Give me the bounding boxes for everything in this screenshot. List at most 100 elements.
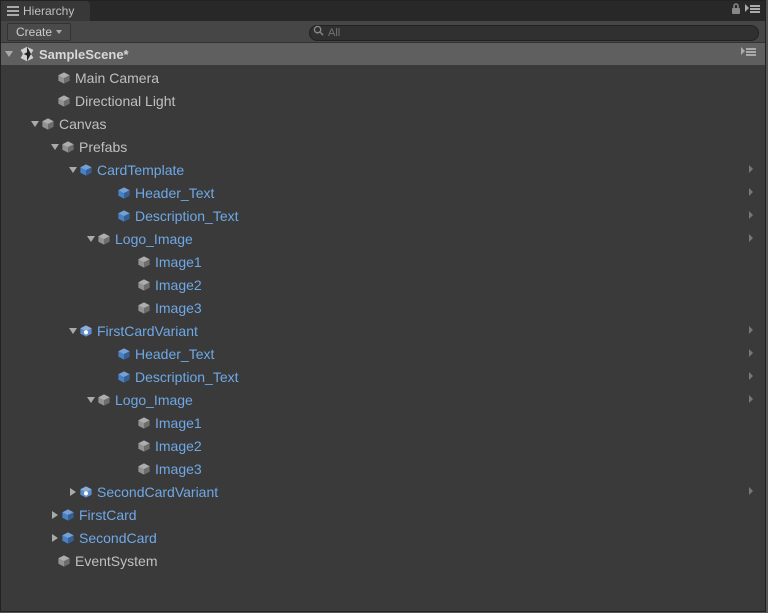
hierarchy-tree[interactable]: Main Camera Directional Light Canvas Prefab…	[1, 65, 765, 611]
tree-row[interactable]: Image3	[1, 457, 765, 480]
tree-row[interactable]: Image1	[1, 250, 765, 273]
gameobject-icon	[97, 232, 111, 246]
gameobject-icon	[137, 462, 151, 476]
node-label: Image3	[155, 461, 202, 477]
node-label: Logo_Image	[115, 231, 193, 247]
node-label: FirstCardVariant	[97, 323, 198, 339]
gameobject-icon	[137, 416, 151, 430]
node-label: SecondCardVariant	[97, 484, 218, 500]
tree-row[interactable]: Description_Text	[1, 365, 765, 388]
chevron-right-icon[interactable]	[747, 234, 755, 242]
toolbar: Create	[1, 21, 765, 43]
toggle-icon[interactable]	[87, 397, 95, 403]
node-label: Description_Text	[135, 369, 239, 385]
chevron-right-icon[interactable]	[747, 211, 755, 219]
scene-header[interactable]: SampleScene*	[1, 43, 765, 65]
toggle-icon[interactable]	[87, 236, 95, 242]
node-label: Image2	[155, 438, 202, 454]
toggle-icon[interactable]	[51, 144, 59, 150]
node-label: Logo_Image	[115, 392, 193, 408]
toggle-icon[interactable]	[69, 328, 77, 334]
node-label: SecondCard	[79, 530, 157, 546]
toggle-icon[interactable]	[69, 167, 77, 173]
search-icon	[313, 25, 324, 36]
scene-context-menu-icon[interactable]	[741, 47, 757, 57]
prefab-variant-icon	[79, 324, 93, 338]
toggle-icon[interactable]	[52, 511, 58, 519]
create-button[interactable]: Create	[7, 23, 71, 41]
prefab-icon	[117, 347, 131, 361]
toggle-icon[interactable]	[52, 534, 58, 542]
node-label: FirstCard	[79, 507, 137, 523]
node-label: Image1	[155, 415, 202, 431]
gameobject-icon	[137, 278, 151, 292]
tree-row[interactable]: SecondCard	[1, 526, 765, 549]
toggle-icon[interactable]	[5, 51, 13, 57]
tree-row[interactable]: Image2	[1, 273, 765, 296]
tab-label: Hierarchy	[23, 4, 74, 18]
prefab-icon	[61, 508, 75, 522]
node-label: Directional Light	[75, 93, 175, 109]
tree-row[interactable]: Main Camera	[1, 66, 765, 89]
context-menu-icon[interactable]	[745, 4, 761, 14]
tree-row[interactable]: Logo_Image	[1, 388, 765, 411]
hierarchy-panel: Hierarchy Create SampleScene* Main Camer…	[0, 0, 766, 612]
gameobject-icon	[57, 71, 71, 85]
tree-row[interactable]: FirstCard	[1, 503, 765, 526]
gameobject-icon	[41, 117, 55, 131]
prefab-icon	[117, 209, 131, 223]
search-input[interactable]	[309, 25, 759, 41]
tree-row[interactable]: Prefabs	[1, 135, 765, 158]
prefab-icon	[79, 163, 93, 177]
chevron-right-icon[interactable]	[747, 326, 755, 334]
tree-row[interactable]: SecondCardVariant	[1, 480, 765, 503]
toggle-icon[interactable]	[70, 488, 76, 496]
tree-row[interactable]: Logo_Image	[1, 227, 765, 250]
node-label: Header_Text	[135, 185, 214, 201]
hierarchy-tab[interactable]: Hierarchy	[1, 1, 90, 21]
chevron-right-icon[interactable]	[747, 349, 755, 357]
chevron-down-icon	[56, 30, 62, 34]
node-label: Canvas	[59, 116, 106, 132]
gameobject-icon	[137, 439, 151, 453]
gameobject-icon	[61, 140, 75, 154]
chevron-right-icon[interactable]	[747, 372, 755, 380]
chevron-right-icon[interactable]	[747, 395, 755, 403]
tree-row[interactable]: FirstCardVariant	[1, 319, 765, 342]
chevron-right-icon[interactable]	[747, 165, 755, 173]
tree-row[interactable]: Image1	[1, 411, 765, 434]
scene-name: SampleScene*	[39, 47, 129, 62]
lock-icon[interactable]	[731, 3, 741, 15]
tree-row[interactable]: Description_Text	[1, 204, 765, 227]
tab-bar: Hierarchy	[1, 1, 765, 21]
tree-row[interactable]: Image3	[1, 296, 765, 319]
node-label: Image3	[155, 300, 202, 316]
node-label: Main Camera	[75, 70, 159, 86]
node-label: CardTemplate	[97, 162, 184, 178]
tree-row[interactable]: Canvas	[1, 112, 765, 135]
chevron-right-icon[interactable]	[747, 188, 755, 196]
tree-row[interactable]: Header_Text	[1, 342, 765, 365]
gameobject-icon	[97, 393, 111, 407]
toggle-icon[interactable]	[31, 121, 39, 127]
node-label: Header_Text	[135, 346, 214, 362]
unity-logo-icon	[19, 46, 35, 62]
create-label: Create	[16, 25, 52, 39]
gameobject-icon	[137, 255, 151, 269]
tree-row[interactable]: EventSystem	[1, 549, 765, 572]
tree-row[interactable]: Header_Text	[1, 181, 765, 204]
node-label: Description_Text	[135, 208, 239, 224]
prefab-icon	[117, 186, 131, 200]
prefab-icon	[117, 370, 131, 384]
tree-row[interactable]: Directional Light	[1, 89, 765, 112]
tree-row[interactable]: CardTemplate	[1, 158, 765, 181]
node-label: Image2	[155, 277, 202, 293]
node-label: Prefabs	[79, 139, 127, 155]
node-label: Image1	[155, 254, 202, 270]
chevron-right-icon[interactable]	[747, 487, 755, 495]
list-icon	[7, 5, 19, 17]
prefab-icon	[61, 531, 75, 545]
tree-row[interactable]: Image2	[1, 434, 765, 457]
search-wrap	[309, 23, 759, 41]
node-label: EventSystem	[75, 553, 157, 569]
